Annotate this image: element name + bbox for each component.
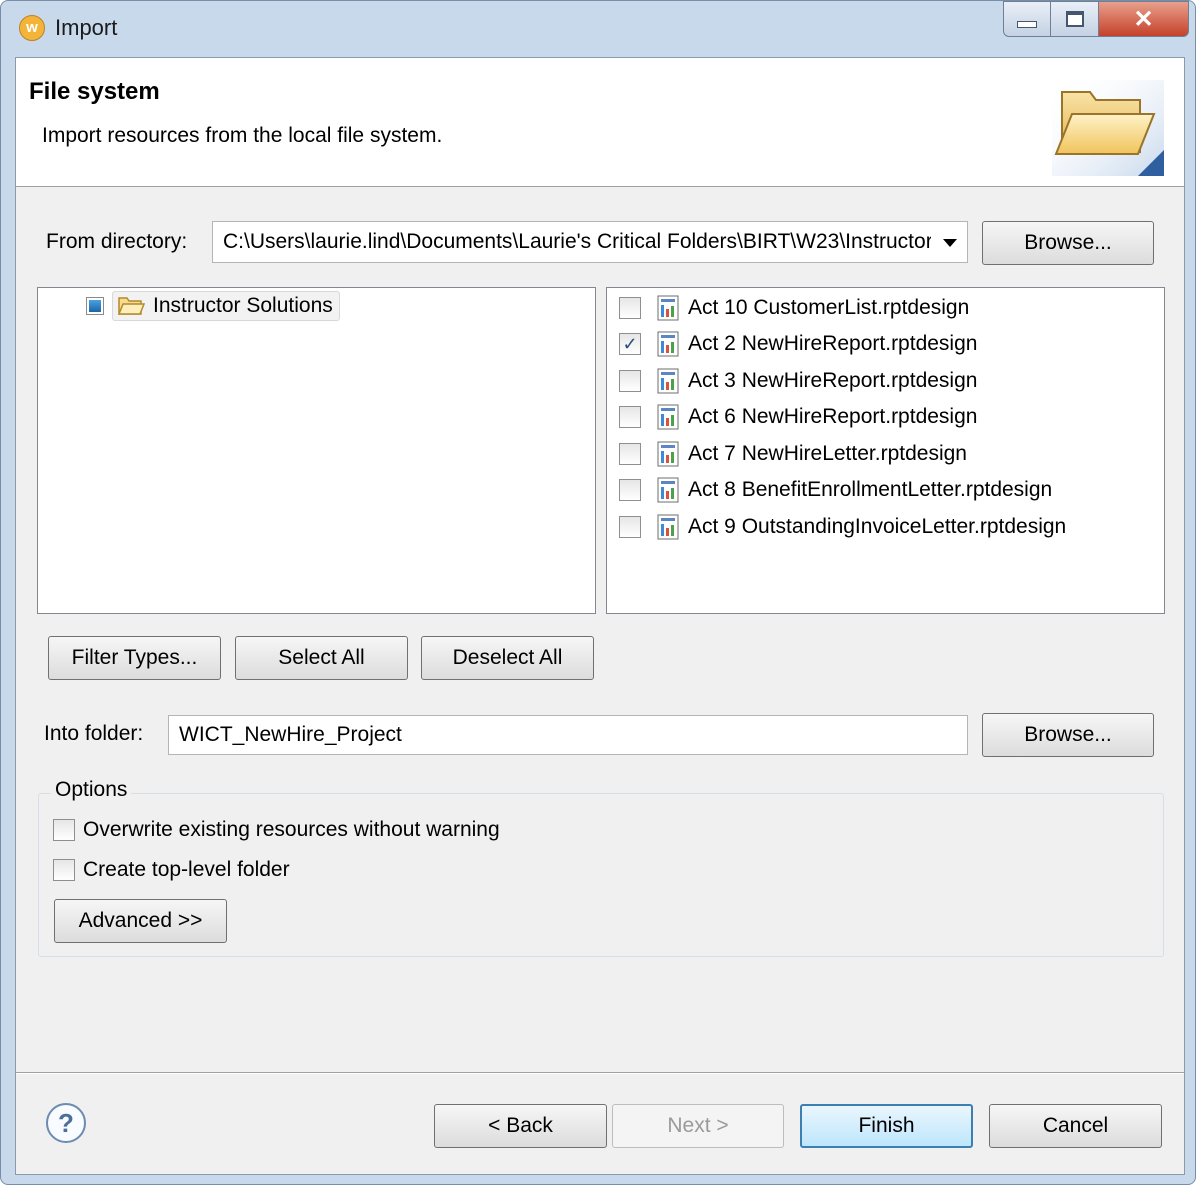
minimize-button[interactable]: [1003, 1, 1051, 37]
deselect-all-button[interactable]: Deselect All: [421, 636, 594, 680]
maximize-icon: [1065, 11, 1084, 27]
into-folder-label: Into folder:: [44, 722, 144, 745]
report-design-icon: [657, 368, 679, 394]
page-description: Import resources from the local file sys…: [42, 124, 443, 147]
app-icon: w: [19, 15, 45, 41]
file-label: Act 2 NewHireReport.rptdesign: [688, 332, 978, 355]
toplevel-option[interactable]: Create top-level folder: [53, 858, 290, 882]
file-list[interactable]: Act 10 CustomerList.rptdesign ✓ Act 2 Ne…: [606, 287, 1165, 614]
browse-folder-button[interactable]: Browse...: [982, 713, 1154, 757]
footer-separator: [16, 1072, 1184, 1074]
advanced-button[interactable]: Advanced >>: [54, 899, 227, 943]
file-label: Act 9 OutstandingInvoiceLetter.rptdesign: [688, 515, 1067, 538]
list-item[interactable]: Act 7 NewHireLetter.rptdesign: [619, 436, 967, 472]
dialog-client-area: File system Import resources from the lo…: [15, 57, 1185, 1175]
into-folder-input[interactable]: WICT_NewHire_Project: [168, 715, 968, 755]
report-design-icon: [657, 331, 679, 357]
page-title: File system: [29, 78, 160, 105]
report-design-icon: [657, 295, 679, 321]
list-item[interactable]: Act 10 CustomerList.rptdesign: [619, 290, 969, 326]
from-directory-combo[interactable]: C:\Users\laurie.lind\Documents\Laurie's …: [212, 221, 968, 263]
file-label: Act 8 BenefitEnrollmentLetter.rptdesign: [688, 478, 1053, 501]
file-checkbox[interactable]: ✓: [619, 333, 641, 355]
finish-button[interactable]: Finish: [800, 1104, 973, 1148]
filter-types-button[interactable]: Filter Types...: [48, 636, 221, 680]
tree-item-checkbox[interactable]: [86, 297, 104, 315]
file-label: Act 7 NewHireLetter.rptdesign: [688, 442, 967, 465]
help-icon[interactable]: ?: [46, 1103, 86, 1143]
toplevel-label: Create top-level folder: [83, 858, 290, 881]
report-design-icon: [657, 404, 679, 430]
from-directory-label: From directory:: [46, 230, 188, 253]
report-design-icon: [657, 441, 679, 467]
dropdown-arrow-icon[interactable]: [943, 239, 957, 247]
maximize-button[interactable]: [1051, 1, 1099, 37]
report-design-icon: [657, 514, 679, 540]
file-checkbox[interactable]: [619, 406, 641, 428]
list-item[interactable]: Act 6 NewHireReport.rptdesign: [619, 399, 977, 435]
file-checkbox[interactable]: [619, 479, 641, 501]
wizard-banner: File system Import resources from the lo…: [16, 58, 1184, 187]
file-checkbox[interactable]: [619, 516, 641, 538]
overwrite-option[interactable]: Overwrite existing resources without war…: [53, 818, 500, 842]
overwrite-label: Overwrite existing resources without war…: [83, 818, 500, 841]
open-folder-icon: [1052, 80, 1164, 176]
folder-icon: [117, 297, 145, 315]
from-directory-value: C:\Users\laurie.lind\Documents\Laurie's …: [223, 230, 931, 253]
list-item[interactable]: Act 9 OutstandingInvoiceLetter.rptdesign: [619, 509, 1066, 545]
file-checkbox[interactable]: [619, 370, 641, 392]
back-button[interactable]: < Back: [434, 1104, 607, 1148]
next-button[interactable]: Next >: [612, 1104, 784, 1148]
window-title: Import: [55, 15, 118, 40]
tree-item-instructor-solutions[interactable]: Instructor Solutions: [86, 291, 340, 321]
file-label: Act 6 NewHireReport.rptdesign: [688, 405, 978, 428]
file-label: Act 10 CustomerList.rptdesign: [688, 296, 970, 319]
file-checkbox[interactable]: [619, 443, 641, 465]
options-legend: Options: [51, 778, 132, 802]
select-all-button[interactable]: Select All: [235, 636, 408, 680]
folder-tree[interactable]: Instructor Solutions: [37, 287, 596, 614]
minimize-icon: [1017, 20, 1037, 28]
list-item[interactable]: Act 3 NewHireReport.rptdesign: [619, 363, 977, 399]
list-item[interactable]: Act 8 BenefitEnrollmentLetter.rptdesign: [619, 472, 1052, 508]
file-checkbox[interactable]: [619, 297, 641, 319]
partial-check-indicator: [89, 300, 101, 312]
toplevel-checkbox[interactable]: [53, 859, 75, 881]
into-folder-value: WICT_NewHire_Project: [179, 723, 402, 746]
browse-directory-button[interactable]: Browse...: [982, 221, 1154, 265]
report-design-icon: [657, 477, 679, 503]
list-item[interactable]: ✓ Act 2 NewHireReport.rptdesign: [619, 326, 977, 362]
import-dialog: w Import ✕ File system Import resources …: [0, 0, 1196, 1185]
options-group: Options Overwrite existing resources wit…: [38, 778, 1164, 957]
close-icon: ✕: [1133, 5, 1154, 33]
tree-item-selection[interactable]: Instructor Solutions: [112, 291, 340, 321]
title-bar[interactable]: w Import ✕: [1, 1, 1195, 57]
cancel-button[interactable]: Cancel: [989, 1104, 1162, 1148]
tree-item-label: Instructor Solutions: [153, 294, 333, 317]
window-controls: ✕: [1003, 1, 1189, 39]
overwrite-checkbox[interactable]: [53, 819, 75, 841]
close-button[interactable]: ✕: [1099, 1, 1189, 37]
file-label: Act 3 NewHireReport.rptdesign: [688, 369, 978, 392]
